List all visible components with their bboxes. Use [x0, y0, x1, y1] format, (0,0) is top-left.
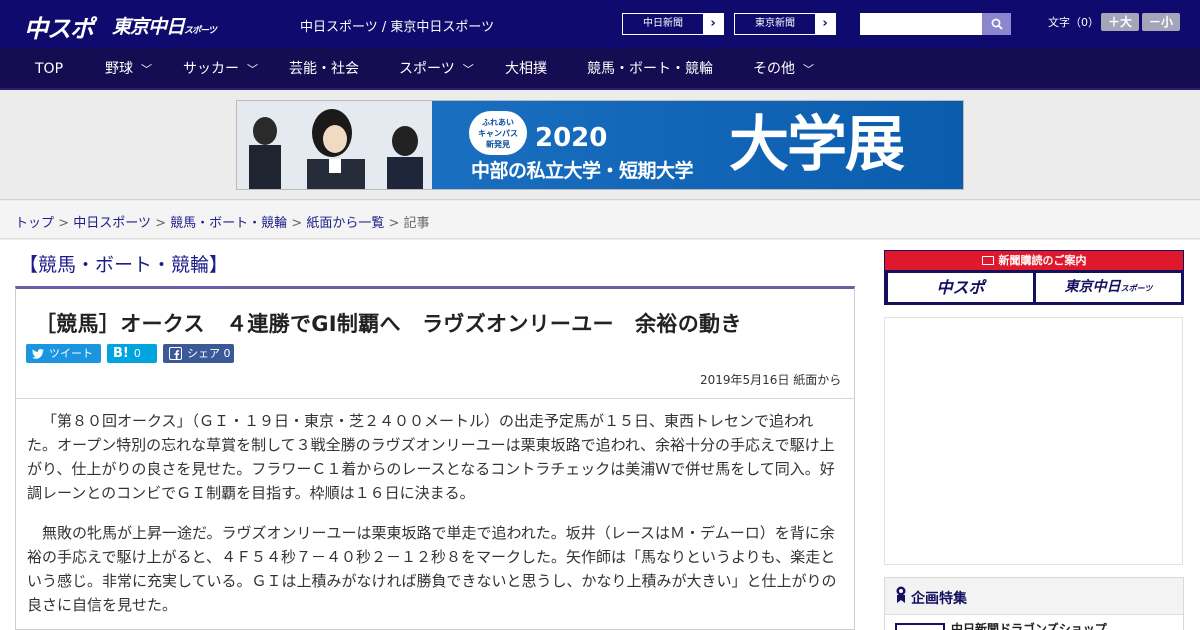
- font-size-label: 文字（0）: [1048, 16, 1099, 29]
- breadcrumb-bar: トップ > 中日スポーツ > 競馬・ボート・競輪 > 紙面から一覧 > 記事: [0, 201, 1200, 239]
- font-larger-button[interactable]: ＋大: [1101, 13, 1139, 31]
- breadcrumb: トップ > 中日スポーツ > 競馬・ボート・競輪 > 紙面から一覧 > 記事: [15, 212, 430, 231]
- feature-item-label: 中日新聞ドラゴンズショップ: [951, 622, 1107, 630]
- banner-subtitle: 中部の私立大学・短期大学: [471, 160, 694, 182]
- nav-item-soccer[interactable]: サッカー ﹀: [183, 48, 258, 90]
- nav-label: スポーツ: [399, 61, 455, 77]
- nav-label: 競馬・ボート・競輪: [587, 61, 713, 77]
- breadcrumb-link-top[interactable]: トップ: [15, 216, 54, 231]
- subscription-heading-text: 新聞購読のご案内: [998, 254, 1087, 267]
- site-header: 中スポ 東京中日スポーツ 中日スポーツ / 東京中日スポーツ 中日新聞 › 東京…: [0, 0, 1200, 48]
- feature-title: 企画特集: [911, 591, 967, 607]
- chevron-right-icon: ›: [822, 16, 828, 31]
- feature-thumbnail: [895, 623, 945, 630]
- nav-item-top[interactable]: TOP: [35, 48, 63, 90]
- hatena-icon: B!: [113, 346, 129, 361]
- tokyo-shimbun-label: 東京新聞: [735, 14, 815, 34]
- newspaper-icon: [981, 256, 994, 265]
- subscription-tokyo-logo[interactable]: 東京中日スポーツ: [1036, 273, 1181, 302]
- tokyo-logo-small: スポーツ: [184, 26, 217, 36]
- breadcrumb-separator: >: [291, 216, 303, 231]
- facebook-share-button[interactable]: シェア 0: [163, 344, 234, 363]
- facebook-count: 0: [223, 347, 231, 360]
- font-smaller-button[interactable]: －小: [1142, 13, 1180, 31]
- nav-label: サッカー: [183, 61, 239, 77]
- chevron-down-icon: ﹀: [462, 63, 474, 76]
- nav-label: 大相撲: [505, 61, 547, 77]
- category-title: 【競馬・ボート・競輪】: [19, 254, 229, 276]
- ad-banner-zone: ふれあい キャンパス 新発見 2020 中部の私立大学・短期大学 大学展: [0, 90, 1200, 200]
- search-button[interactable]: [982, 13, 1011, 35]
- nav-label: TOP: [35, 61, 64, 77]
- tweet-label: ツイート: [49, 347, 93, 360]
- article-paragraph: 無敗の牝馬が上昇一途だ。ラヴズオンリーユーは栗東坂路で単走で追われた。坂井（レー…: [27, 524, 837, 614]
- nav-item-baseball[interactable]: 野球 ﹀: [105, 48, 152, 90]
- chunichi-shimbun-label: 中日新聞: [623, 14, 703, 34]
- sidebar-ad-slot[interactable]: [884, 317, 1183, 565]
- subscription-chuspo-logo[interactable]: 中スポ: [888, 273, 1033, 302]
- subscription-box[interactable]: 新聞購読のご案内 中スポ 東京中日スポーツ: [884, 250, 1184, 305]
- tokyo-logo-text: 東京中日: [112, 16, 185, 38]
- hatena-bookmark-button[interactable]: B! 0: [107, 344, 157, 363]
- subscription-tokyo-small: スポーツ: [1120, 284, 1153, 293]
- banner-headline: 大学展: [729, 110, 905, 180]
- feature-box: 企画特集 中日新聞ドラゴンズショップ: [884, 577, 1184, 630]
- campus-badge: ふれあい キャンパス 新発見: [469, 111, 527, 155]
- breadcrumb-separator: >: [388, 216, 400, 231]
- feature-item[interactable]: 中日新聞ドラゴンズショップ: [885, 614, 1183, 630]
- article-paragraph: 「第８０回オークス」（ＧＩ・１９日・東京・芝２４００メートル）の出走予定馬が１５…: [27, 412, 835, 502]
- ribbon-icon: [896, 586, 906, 603]
- nav-item-sports[interactable]: スポーツ ﹀: [399, 48, 474, 90]
- chunichi-shimbun-button[interactable]: 中日新聞 ›: [622, 13, 724, 35]
- breadcrumb-link-list[interactable]: 紙面から一覧: [306, 216, 384, 231]
- tokyo-chunichi-logo[interactable]: 東京中日スポーツ: [112, 12, 217, 39]
- breadcrumb-separator: >: [58, 216, 70, 231]
- facebook-label: シェア: [187, 347, 220, 360]
- article-date: 2019年5月16日 紙面から: [700, 373, 842, 387]
- breadcrumb-current: 記事: [403, 216, 430, 231]
- subscription-tokyo-text: 東京中日: [1064, 279, 1121, 295]
- students-illustration: [237, 101, 432, 189]
- tokyo-shimbun-button[interactable]: 東京新聞 ›: [734, 13, 836, 35]
- chuspo-logo[interactable]: 中スポ: [24, 9, 94, 44]
- article-divider: [16, 398, 854, 399]
- subscription-heading: 新聞購読のご案内: [885, 251, 1183, 270]
- breadcrumb-separator: >: [155, 216, 166, 231]
- search-input[interactable]: [860, 13, 982, 35]
- chevron-down-icon: ﹀: [803, 63, 814, 76]
- nav-label: その他: [753, 61, 795, 77]
- chevron-right-icon: ›: [710, 16, 716, 31]
- article-title: ［競馬］オークス ４連勝でGI制覇へ ラヴズオンリーユー 余裕の動き: [35, 312, 742, 336]
- banner-year: 2020: [535, 123, 608, 153]
- breadcrumb-link-keiba[interactable]: 競馬・ボート・競輪: [170, 216, 287, 231]
- search-icon: [991, 18, 1003, 30]
- chevron-down-icon: ﹀: [141, 63, 152, 76]
- twitter-icon: [32, 348, 44, 359]
- breadcrumb-link-chunichi-sports[interactable]: 中日スポーツ: [73, 216, 151, 231]
- chevron-down-icon: ﹀: [247, 63, 258, 76]
- nav-label: 野球: [105, 61, 133, 77]
- tweet-button[interactable]: ツイート: [26, 344, 101, 363]
- facebook-icon: [169, 347, 182, 360]
- main-nav: TOP 野球 ﹀ サッカー ﹀ 芸能・社会 スポーツ ﹀ 大相撲 競馬・ボート・競輪 …: [0, 48, 1200, 90]
- nav-label: 芸能・社会: [289, 61, 359, 77]
- nav-item-sumo[interactable]: 大相撲: [505, 48, 547, 90]
- university-fair-banner[interactable]: ふれあい キャンパス 新発見 2020 中部の私立大学・短期大学 大学展: [236, 100, 964, 190]
- hatena-count: 0: [133, 347, 141, 360]
- nav-item-other[interactable]: その他 ﹀: [753, 48, 814, 90]
- nav-item-entertainment[interactable]: 芸能・社会: [289, 48, 359, 90]
- nav-item-keiba[interactable]: 競馬・ボート・競輪: [587, 48, 713, 90]
- site-names: 中日スポーツ / 東京中日スポーツ: [300, 20, 495, 35]
